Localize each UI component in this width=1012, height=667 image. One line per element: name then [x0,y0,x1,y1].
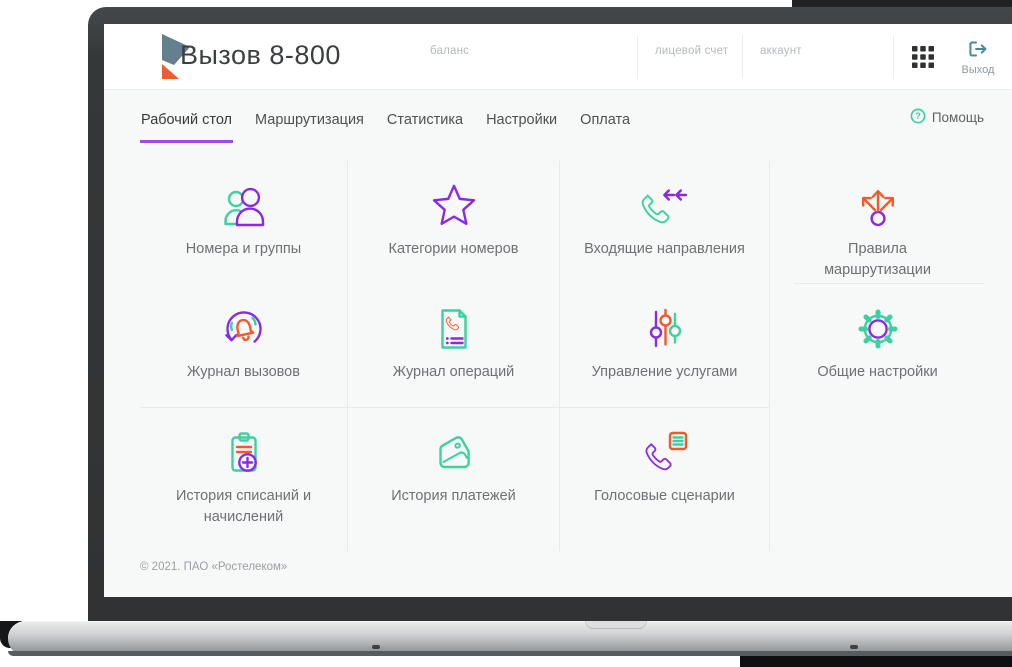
voice-script-icon [639,429,691,477]
tile-voice-scenarios[interactable]: Голосовые сценарии [560,408,769,551]
app-header: Вызов 8-800 баланс лицевой счет аккаунт [104,24,1012,90]
tile-general-settings[interactable]: Общие настройки [770,284,985,408]
logout-label: Выход [961,64,995,76]
tab-payment[interactable]: Оплата [579,112,631,143]
laptop-lid-notch [585,621,647,629]
account-label: аккаунт [760,45,802,57]
wallet-icon [428,429,480,477]
tab-desktop[interactable]: Рабочий стол [140,112,234,143]
tile-label: Правила маршрутизации [824,241,931,278]
sliders-icon [639,305,691,353]
tab-routing[interactable]: Маршрутизация [254,112,365,143]
tile-label: История списаний и начислений [175,488,312,525]
tile-label: Номера и группы [185,241,302,257]
header-divider [742,35,743,79]
dashboard-grid: Номера и группы Категории номеров Входящ… [140,161,985,551]
copyright: © 2021. ПАО «Ростелеком» [140,561,288,573]
routing-arrows-icon [852,182,904,230]
app-title: Вызов 8-800 [180,40,341,70]
personal-account-label: лицевой счет [655,45,729,57]
tile-payment-history[interactable]: История платежей [348,408,559,551]
app-body: Рабочий стол Маршрутизация Статистика На… [104,90,1012,597]
laptop-foot [850,645,858,649]
incoming-call-icon [639,182,691,230]
tile-incoming-directions[interactable]: Входящие направления [560,161,769,284]
tile-operations-log[interactable]: Журнал операций [348,284,559,407]
star-icon [428,182,480,230]
laptop-foot [372,645,380,649]
laptop-mockup: Вызов 8-800 баланс лицевой счет аккаунт [0,0,1012,667]
main-navigation: Рабочий стол Маршрутизация Статистика На… [104,90,1012,143]
tile-label: История платежей [391,488,516,504]
help-link[interactable]: ? Помощь [910,108,984,127]
tile-routing-rules[interactable]: Правила маршрутизации [770,161,985,284]
empty-cell [770,408,985,551]
users-icon [218,182,270,230]
tab-settings[interactable]: Настройки [485,112,558,143]
header-divider [637,35,638,79]
apps-grid-button[interactable] [911,46,935,70]
tab-statistics[interactable]: Статистика [386,112,464,143]
tile-numbers-groups[interactable]: Номера и группы [140,161,347,284]
svg-text:?: ? [915,111,921,121]
tile-charges-history[interactable]: История списаний и начислений [140,408,347,551]
help-label: Помощь [931,110,984,125]
question-circle-icon: ? [910,108,926,127]
tile-label: Голосовые сценарии [594,488,735,504]
tile-label: Общие настройки [817,364,938,380]
gear-icon [852,305,904,353]
tile-label: Категории номеров [388,241,519,257]
app-screen: Вызов 8-800 баланс лицевой счет аккаунт [104,24,1012,597]
tile-service-management[interactable]: Управление услугами [560,284,769,407]
clipboard-plus-icon [218,429,270,477]
laptop-base [8,621,1012,656]
tile-label: Журнал операций [392,364,515,380]
tile-label: Управление услугами [591,364,738,380]
operations-document-icon [428,305,480,353]
tile-call-log[interactable]: Журнал вызовов [140,284,347,407]
call-log-bell-icon [218,305,270,353]
tile-label: Журнал вызовов [187,364,300,380]
tile-label: Входящие направления [584,241,745,257]
header-divider [893,35,894,79]
tile-number-categories[interactable]: Категории номеров [348,161,559,284]
balance-label: баланс [430,45,470,57]
logout-button[interactable]: Выход [946,40,1010,76]
logout-icon [968,40,988,61]
apps-grid-icon [912,46,934,71]
